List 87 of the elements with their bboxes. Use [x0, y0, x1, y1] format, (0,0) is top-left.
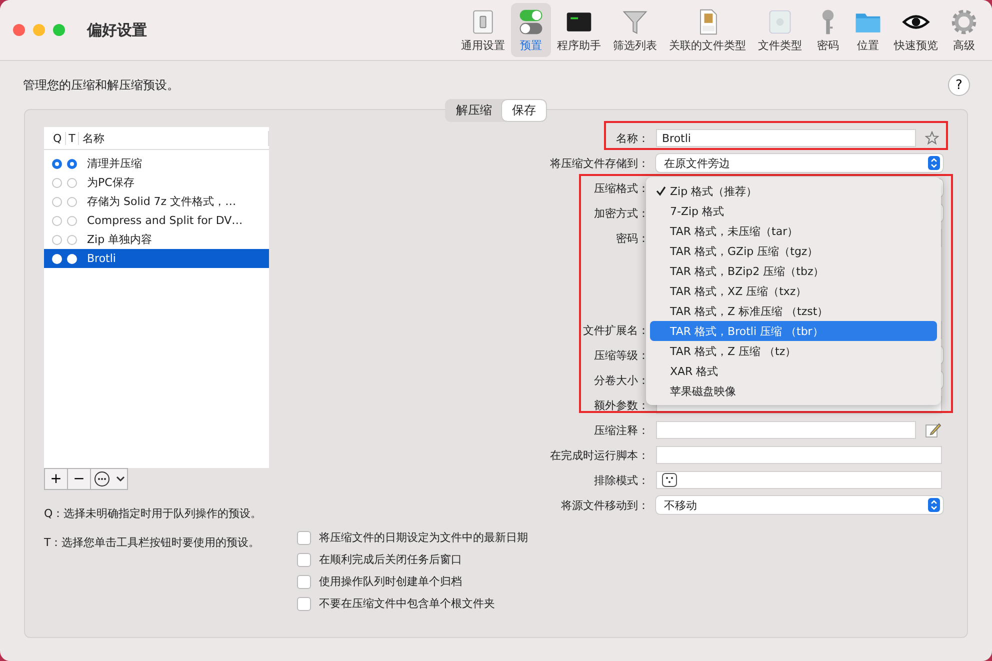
field-label: 将源文件移动到： [560, 498, 649, 512]
column-header: 名称 [79, 130, 269, 146]
radio-button[interactable] [67, 216, 77, 226]
settings-icon [950, 8, 978, 36]
menu-item[interactable]: TAR 格式，Brotli 压缩 （tbr） [650, 321, 937, 341]
toolbar-tab[interactable]: 关联的文件类型 [663, 3, 752, 57]
radio-button[interactable] [52, 216, 62, 226]
toolbar-tab[interactable]: 通用设置 [455, 3, 511, 57]
column-header: Q [50, 132, 66, 144]
preset-row[interactable]: Zip 单独内容 [44, 230, 269, 249]
menu-item[interactable]: XAR 格式 [650, 361, 937, 381]
field-label: 在完成时运行脚本： [549, 448, 649, 462]
option-label: 使用操作队列时创建单个归档 [319, 574, 462, 589]
field-label: 额外参数： [593, 398, 649, 412]
toolbar-tab[interactable]: 密码 [808, 3, 848, 57]
zoom-button[interactable] [53, 24, 65, 36]
menu-item[interactable]: TAR 格式，GZip 压缩（tgz） [650, 241, 937, 261]
help-button[interactable]: ? [948, 74, 970, 96]
menu-item[interactable]: Zip 格式（推荐） [650, 181, 937, 201]
menu-item[interactable]: TAR 格式，Z 标准压缩 （tzst） [650, 301, 937, 321]
checkbox[interactable] [297, 552, 311, 566]
minimize-button[interactable] [33, 24, 45, 36]
add-button[interactable]: + [44, 468, 68, 490]
name-field[interactable]: Brotli [656, 129, 916, 147]
window-title: 偏好设置 [87, 20, 147, 40]
field-label: 文件扩展名： [582, 322, 649, 338]
field-label: 将压缩文件存储到： [549, 156, 649, 170]
menu-item[interactable]: TAR 格式，XZ 压缩（txz） [650, 281, 937, 301]
checkbox[interactable] [297, 596, 311, 610]
pencil-icon[interactable] [925, 422, 941, 438]
menu-item[interactable]: TAR 格式，未压缩（tar） [650, 221, 937, 241]
radio-button[interactable] [52, 158, 62, 168]
field-label: 密码： [615, 230, 649, 246]
close-button[interactable] [13, 24, 25, 36]
field-label: 压缩格式： [593, 180, 649, 196]
ellipsis-icon [94, 471, 110, 487]
option-label: 在顺利完成后关闭任务后窗口 [319, 552, 462, 567]
menu-item[interactable]: TAR 格式，Z 压缩 （tz） [650, 341, 937, 361]
comment-field[interactable] [656, 421, 916, 439]
remove-button[interactable]: − [67, 468, 91, 490]
segment-tab[interactable]: 解压缩 [446, 100, 502, 121]
column-header: T [66, 132, 80, 144]
toolbar-tab[interactable]: 位置 [848, 3, 888, 57]
radio-button[interactable] [67, 178, 77, 188]
field-label: 排除模式： [593, 472, 649, 488]
checkbox[interactable] [297, 530, 311, 544]
preset-row[interactable]: 为PC保存 [44, 173, 269, 192]
star-icon[interactable] [925, 131, 939, 145]
toolbar-tab[interactable]: 高级 [944, 3, 984, 57]
radio-button[interactable] [52, 196, 62, 206]
toolbar-tab[interactable]: 筛选列表 [607, 3, 663, 57]
field-label: 分卷大小： [593, 372, 649, 388]
toggles-icon [517, 8, 545, 36]
radio-button[interactable] [67, 196, 77, 206]
radio-button[interactable] [67, 158, 77, 168]
menu-item[interactable]: 苹果磁盘映像 [650, 381, 937, 401]
radio-button[interactable] [67, 234, 77, 244]
option-label: 不要在压缩文件中包含单个根文件夹 [319, 596, 495, 611]
popup-menu[interactable]: 不移动 [656, 496, 943, 514]
menu-item[interactable]: 7-Zip 格式 [650, 201, 937, 221]
actions-menu-button[interactable] [90, 468, 128, 490]
segment-tab[interactable]: 保存 [502, 100, 546, 121]
toolbar-tab[interactable]: 程序助手 [551, 3, 607, 57]
preset-row[interactable]: 清理并压缩 [44, 154, 269, 173]
field-label: 加密方式： [593, 206, 649, 220]
exclude-pattern-field[interactable] [656, 471, 942, 489]
intro-text: 管理您的压缩和解压缩预设。 [23, 76, 179, 94]
caret-icon [116, 476, 124, 482]
stepper-icon [928, 498, 940, 512]
token-icon [662, 473, 677, 487]
note-text: Q：选择未明确指定时用于队列操作的预设。 [44, 506, 263, 521]
toolbar-tab[interactable]: 快速预览 [888, 3, 944, 57]
preset-row[interactable]: Compress and Split for DV… [44, 211, 269, 230]
menu-item[interactable]: TAR 格式，BZip2 压缩（tbz） [650, 261, 937, 281]
toolbar-tab[interactable]: 文件类型 [752, 3, 808, 57]
option-label: 将压缩文件的日期设定为文件中的最新日期 [319, 530, 528, 545]
field-label: 压缩等级： [593, 348, 649, 362]
field-label: 名称： [615, 130, 649, 146]
radio-button[interactable] [52, 234, 62, 244]
popup-menu[interactable]: 在原文件旁边 [656, 154, 943, 172]
preset-row[interactable]: 存储为 Solid 7z 文件格式，… [44, 192, 269, 211]
checkbox[interactable] [297, 574, 311, 588]
stepper-icon [928, 156, 940, 170]
radio-button[interactable] [52, 178, 62, 188]
note-text: T：选择您单击工具栏按钮时要使用的预设。 [44, 535, 261, 550]
field-label: 压缩注释： [593, 422, 649, 438]
input-field[interactable] [656, 446, 942, 464]
